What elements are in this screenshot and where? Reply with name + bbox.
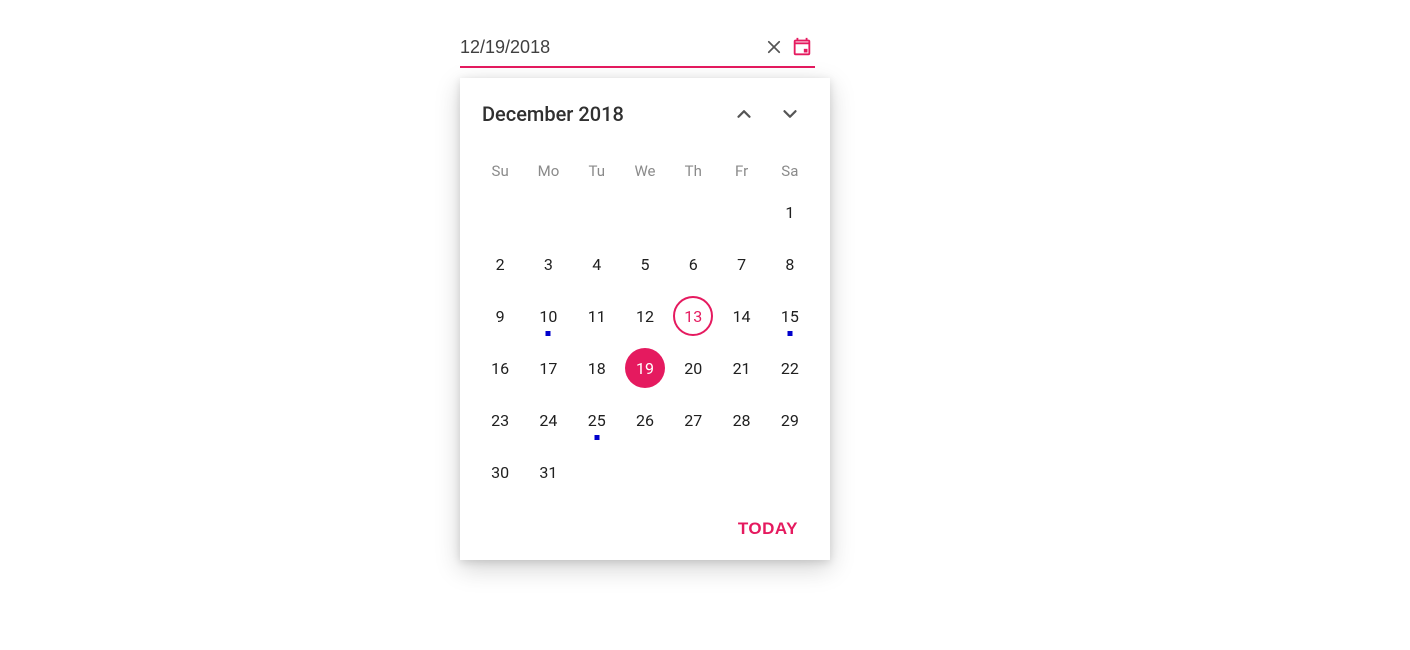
clear-icon[interactable] <box>761 34 787 60</box>
day-22[interactable]: 22 <box>770 348 810 388</box>
day-cell: 20 <box>669 346 717 390</box>
day-9[interactable]: 9 <box>480 296 520 336</box>
day-cell: 19 <box>621 346 669 390</box>
day-29[interactable]: 29 <box>770 400 810 440</box>
day-cell: 4 <box>573 242 621 286</box>
day-3[interactable]: 3 <box>528 244 568 284</box>
day-cell: 18 <box>573 346 621 390</box>
day-21[interactable]: 21 <box>722 348 762 388</box>
day-10[interactable]: 10 <box>528 296 568 336</box>
weekday-label: Sa <box>766 156 814 190</box>
empty-cell <box>621 190 669 234</box>
day-8[interactable]: 8 <box>770 244 810 284</box>
day-cell: 10 <box>524 294 572 338</box>
day-18[interactable]: 18 <box>577 348 617 388</box>
day-cell: 15 <box>766 294 814 338</box>
event-marker-icon <box>546 331 551 336</box>
day-20[interactable]: 20 <box>673 348 713 388</box>
day-cell: 29 <box>766 398 814 442</box>
empty-cell <box>524 190 572 234</box>
day-cell: 21 <box>717 346 765 390</box>
day-cell: 1 <box>766 190 814 234</box>
day-cell: 8 <box>766 242 814 286</box>
today-button[interactable]: TODAY <box>732 518 804 540</box>
empty-cell <box>717 190 765 234</box>
day-6[interactable]: 6 <box>673 244 713 284</box>
event-marker-icon <box>787 331 792 336</box>
date-input[interactable] <box>460 37 761 58</box>
day-28[interactable]: 28 <box>722 400 762 440</box>
day-13[interactable]: 13 <box>673 296 713 336</box>
day-cell: 28 <box>717 398 765 442</box>
date-picker-panel: December 2018 SuMoTuWeThFrSa 12345678910… <box>460 78 830 560</box>
day-cell: 2 <box>476 242 524 286</box>
month-year-label[interactable]: December 2018 <box>482 102 624 126</box>
date-field <box>460 30 815 68</box>
day-cell: 9 <box>476 294 524 338</box>
next-month-button[interactable] <box>772 96 808 132</box>
day-cell: 14 <box>717 294 765 338</box>
day-30[interactable]: 30 <box>480 452 520 492</box>
day-cell: 11 <box>573 294 621 338</box>
day-cell: 22 <box>766 346 814 390</box>
weekday-label: We <box>621 156 669 190</box>
day-cell: 6 <box>669 242 717 286</box>
day-cell: 13 <box>669 294 717 338</box>
day-cell: 12 <box>621 294 669 338</box>
day-16[interactable]: 16 <box>480 348 520 388</box>
day-15[interactable]: 15 <box>770 296 810 336</box>
weekday-label: Mo <box>524 156 572 190</box>
day-grid: 1234567891011121314151617181920212223242… <box>476 190 814 494</box>
day-cell: 16 <box>476 346 524 390</box>
weekday-header: SuMoTuWeThFrSa <box>476 156 814 190</box>
day-cell: 3 <box>524 242 572 286</box>
day-26[interactable]: 26 <box>625 400 665 440</box>
event-marker-icon <box>594 435 599 440</box>
empty-cell <box>669 190 717 234</box>
weekday-label: Fr <box>717 156 765 190</box>
prev-month-button[interactable] <box>726 96 762 132</box>
empty-cell <box>573 190 621 234</box>
day-17[interactable]: 17 <box>528 348 568 388</box>
day-1[interactable]: 1 <box>770 192 810 232</box>
day-cell: 24 <box>524 398 572 442</box>
day-cell: 26 <box>621 398 669 442</box>
day-cell: 5 <box>621 242 669 286</box>
empty-cell <box>476 190 524 234</box>
day-23[interactable]: 23 <box>480 400 520 440</box>
day-cell: 30 <box>476 450 524 494</box>
day-cell: 17 <box>524 346 572 390</box>
day-12[interactable]: 12 <box>625 296 665 336</box>
day-27[interactable]: 27 <box>673 400 713 440</box>
weekday-label: Su <box>476 156 524 190</box>
day-cell: 31 <box>524 450 572 494</box>
day-31[interactable]: 31 <box>528 452 568 492</box>
day-7[interactable]: 7 <box>722 244 762 284</box>
weekday-label: Tu <box>573 156 621 190</box>
day-25[interactable]: 25 <box>577 400 617 440</box>
day-cell: 7 <box>717 242 765 286</box>
day-14[interactable]: 14 <box>722 296 762 336</box>
day-4[interactable]: 4 <box>577 244 617 284</box>
day-24[interactable]: 24 <box>528 400 568 440</box>
day-19[interactable]: 19 <box>625 348 665 388</box>
weekday-label: Th <box>669 156 717 190</box>
calendar-header: December 2018 <box>476 96 814 132</box>
day-cell: 27 <box>669 398 717 442</box>
day-2[interactable]: 2 <box>480 244 520 284</box>
day-5[interactable]: 5 <box>625 244 665 284</box>
calendar-icon[interactable] <box>789 34 815 60</box>
day-cell: 23 <box>476 398 524 442</box>
day-11[interactable]: 11 <box>577 296 617 336</box>
calendar-footer: TODAY <box>476 512 814 546</box>
day-cell: 25 <box>573 398 621 442</box>
